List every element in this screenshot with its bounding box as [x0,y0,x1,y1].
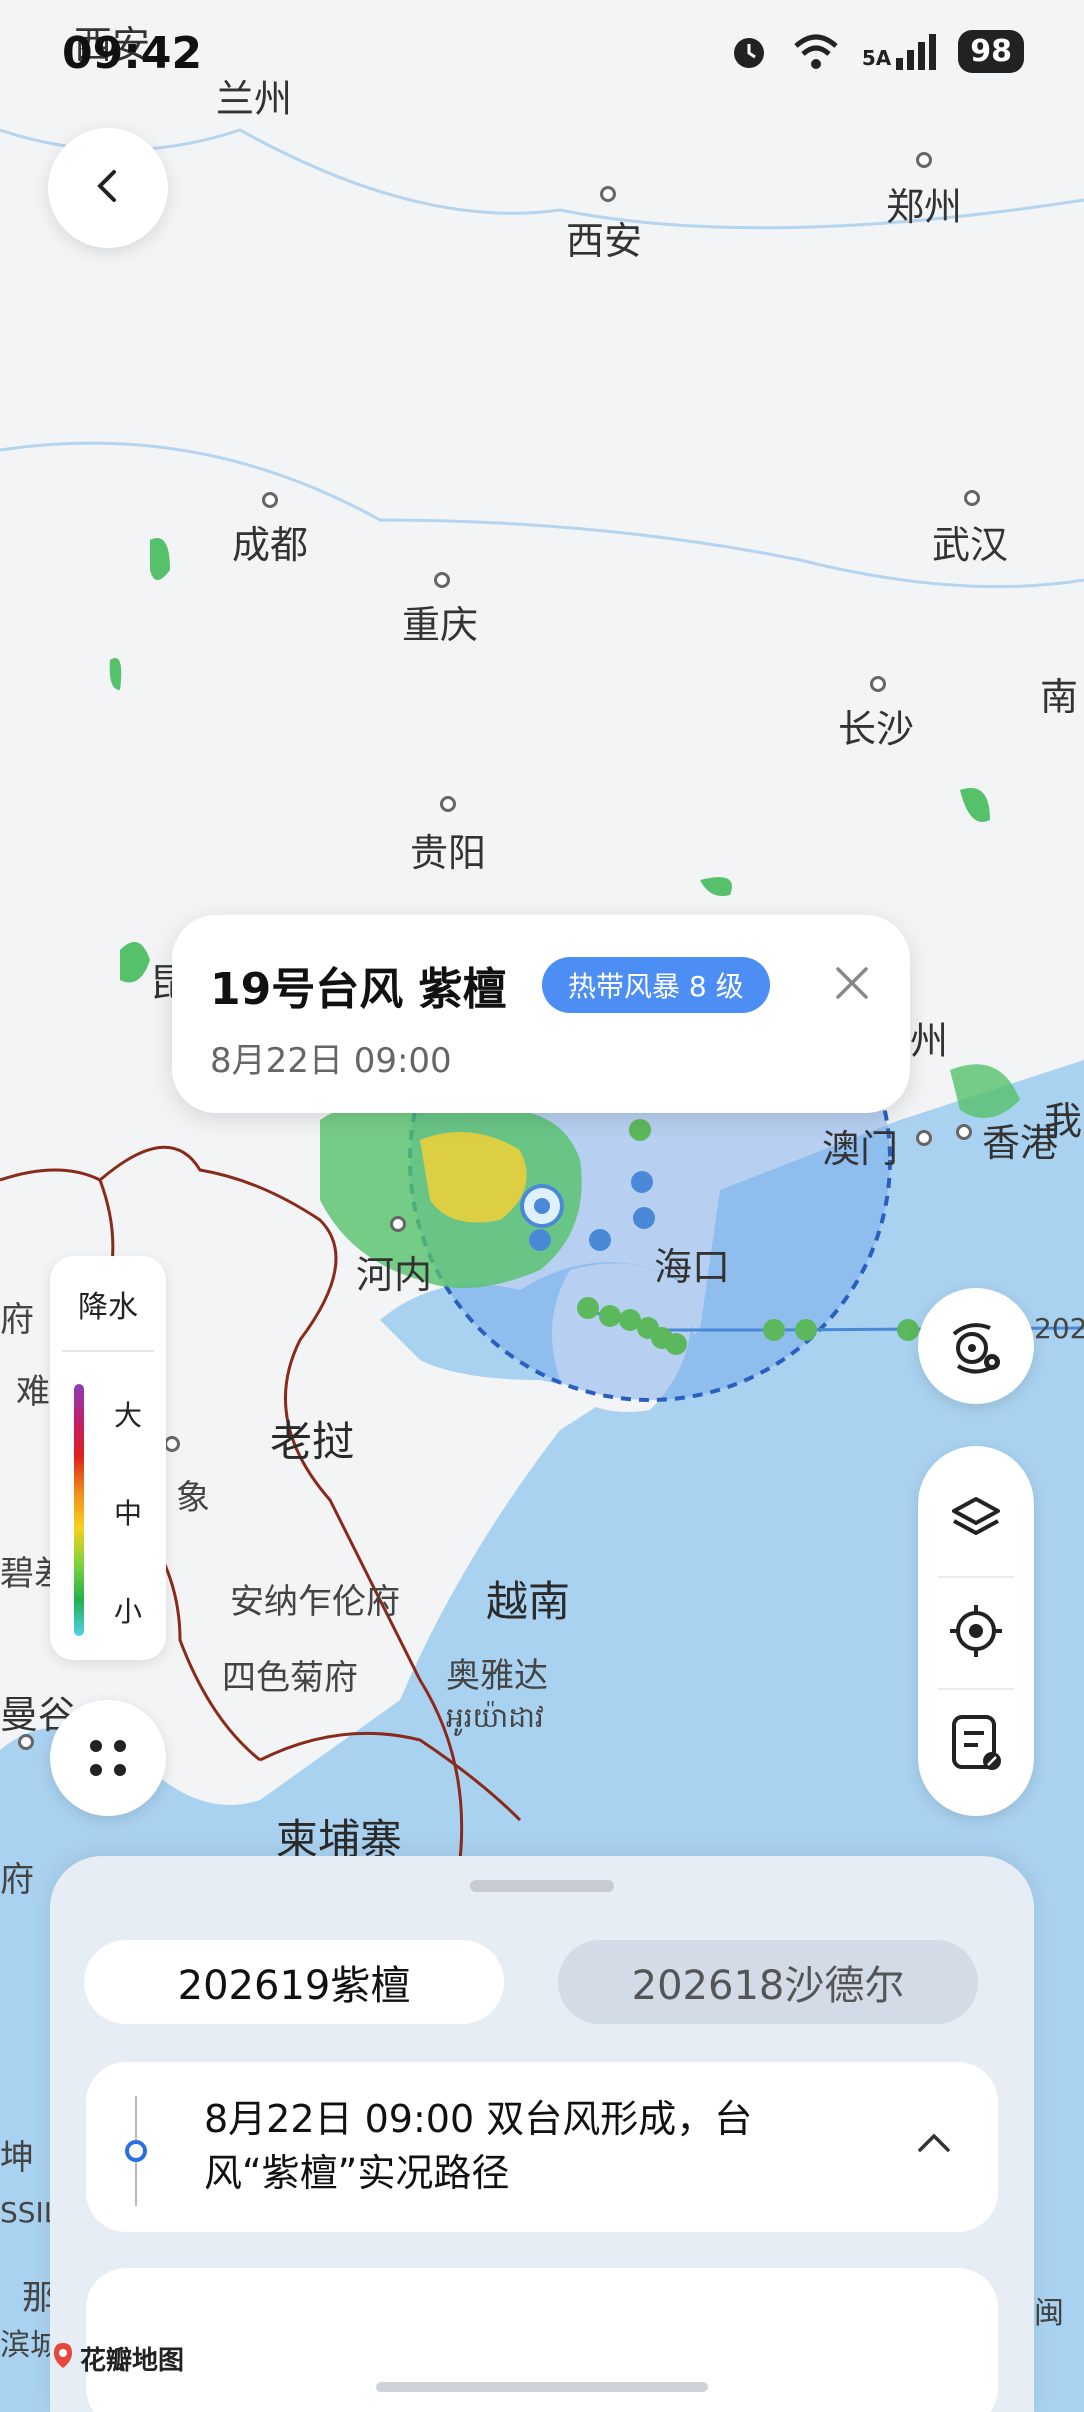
country-label: 越南 [486,1577,571,1626]
status-time: 09:42 [62,28,203,79]
city-label: 四色菊府 [222,1658,358,1698]
city-dot [916,152,932,168]
country-label: 老挝 [270,1417,355,1466]
intensity-badge: 热带风暴 8 级 [542,957,770,1013]
city-label: 海口 [654,1245,731,1289]
chevron-left-icon [88,166,128,210]
city-dot [916,1130,932,1146]
grid-menu-button[interactable] [50,1700,166,1816]
legend-mid: 中 [114,1497,143,1530]
locate-icon [950,1605,1002,1657]
precipitation-legend: 降水 大 中 小 [50,1256,166,1660]
city-label: អូរយ៉ាដាវ [446,1701,544,1734]
city-label: 府 [0,1860,34,1900]
notes-icon [952,1715,1001,1770]
grid-dots-icon [90,1740,126,1776]
location-pin-icon [52,2341,74,2376]
city-label: 象 [176,1478,210,1518]
city-dot [956,1124,972,1140]
status-icons: 5A 98 [728,30,1024,73]
alarm-icon [728,31,770,73]
locate-button[interactable] [918,1578,1034,1684]
typhoon-settings-icon [952,1323,1000,1374]
layers-button[interactable] [918,1466,1034,1572]
brand-text: 花瓣地图 [80,2346,185,2376]
tab-typhoon-202619[interactable]: 202619紫檀 [84,1940,504,2024]
city-dot [440,796,456,812]
legend-title: 降水 [78,1290,138,1325]
signal-icon: 5A [861,33,937,70]
chevron-up-icon[interactable] [914,2122,954,2166]
map-brand: 花瓣地图 [52,2340,184,2377]
city-dot [390,1216,406,1232]
city-label: 奥雅达 [446,1656,548,1696]
wifi-icon [792,32,840,72]
typhoon-info-popup[interactable]: 19号台风 紫檀 热带风暴 8 级 8月22日 09:00 [172,915,910,1113]
city-label: 安纳乍伦府 [230,1582,400,1622]
event-card[interactable]: 8月22日 09:00 双台风形成，台风“紫檀”实况路径 [86,2062,998,2232]
typhoon-title: 19号台风 紫檀 [210,964,507,1015]
city-label: 我 [1044,1099,1083,1143]
city-label: 州 [910,1019,949,1063]
network-type: 5A [861,45,892,70]
back-button[interactable] [48,128,168,248]
city-dot [262,492,278,508]
city-dot [164,1436,180,1452]
layers-icon [952,1497,1000,1535]
sheet-drag-handle[interactable] [470,1880,614,1892]
city-label: 府 [0,1300,34,1340]
typhoon-settings-button[interactable] [918,1288,1034,1404]
city-label: 重庆 [402,603,479,647]
home-indicator[interactable] [376,2382,708,2392]
notes-button[interactable] [918,1690,1034,1796]
battery-indicator: 98 [958,30,1024,73]
city-dot [600,186,616,202]
legend-high: 大 [114,1399,143,1432]
legend-divider [62,1350,154,1352]
city-label: 长沙 [838,707,915,751]
legend-low: 小 [114,1595,143,1628]
city-dot [434,572,450,588]
city-label: 郑州 [886,185,963,229]
city-label: 坤 [0,2138,34,2178]
track-label: 202 [1034,1312,1084,1345]
city-label: 兰州 [216,77,293,121]
city-label: 武汉 [932,523,1009,567]
timeline-icon [125,2096,147,2206]
city-label: 难 [16,1372,50,1412]
event-description: 8月22日 09:00 双台风形成，台风“紫檀”实况路径 [204,2097,753,2195]
city-label: 西安 [566,219,643,263]
city-label: 河内 [356,1253,433,1297]
bottom-sheet[interactable]: 202619紫檀 202618沙德尔 8月22日 09:00 双台风形成，台风“… [50,1856,1034,2412]
city-dot [964,490,980,506]
close-button[interactable] [830,961,874,1005]
city-label: 成都 [232,523,309,567]
city-label: 南 [1040,675,1079,719]
city-label: 贵阳 [410,831,487,875]
close-icon [836,967,868,999]
typhoon-time: 8月22日 09:00 [210,1041,452,1081]
legend-color-bar [74,1384,84,1636]
tab-typhoon-202618[interactable]: 202618沙德尔 [558,1940,978,2024]
city-dot [870,676,886,692]
map-tools [918,1446,1034,1816]
city-label: 澳门 [822,1127,899,1171]
city-dot [18,1734,34,1750]
